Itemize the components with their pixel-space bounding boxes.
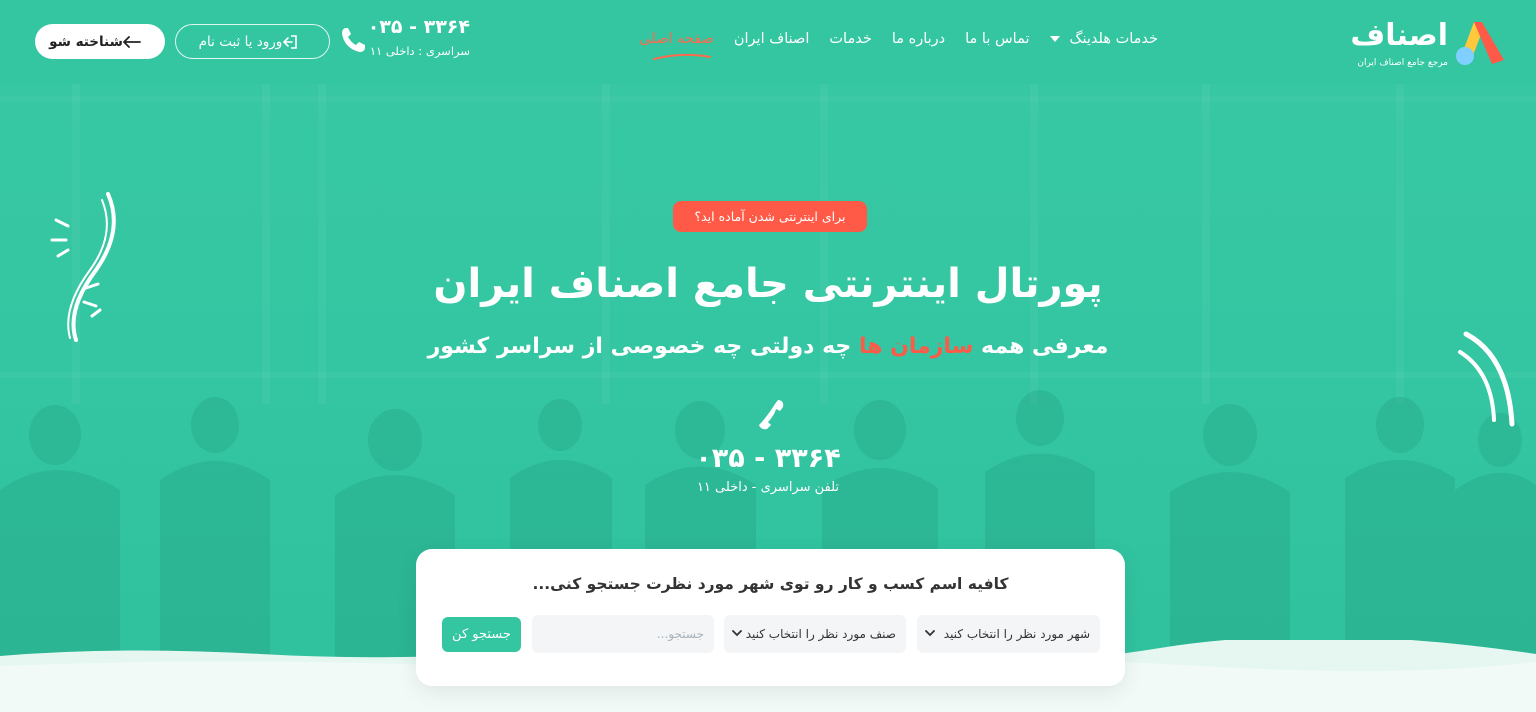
nav-item-holding-label: خدمات هلدینگ bbox=[1069, 31, 1158, 47]
search-card: کافیه اسم کسب و کار رو توی شهر مورد نظرت… bbox=[416, 549, 1125, 686]
arrow-left-icon bbox=[122, 35, 141, 48]
nav-item-home-label: صفحه اصلی bbox=[639, 31, 714, 47]
nav-item-iran-classes[interactable]: اصناف ایران bbox=[734, 24, 810, 54]
get-known-label: شناخته شو bbox=[49, 33, 123, 50]
hero-badge: برای اینترنتی شدن آماده اید؟ bbox=[673, 201, 867, 232]
search-button[interactable]: جستجو کن bbox=[442, 617, 521, 652]
squiggle-decoration-right bbox=[1458, 331, 1515, 427]
nav-item-about-label: درباره ما bbox=[891, 31, 946, 47]
header-phone-extension: سراسری : داخلی ۱۱ bbox=[369, 44, 470, 58]
brand-logo[interactable]: اصناف مرجع جامع اصناف ایران bbox=[1324, 14, 1506, 72]
nav-item-contact-label: تماس با ما bbox=[965, 31, 1030, 47]
login-register-label: ورود یا ثبت نام bbox=[198, 33, 283, 50]
hero-subtitle: معرفی همه سازمان ها چه دولتی چه خصوصی از… bbox=[368, 328, 1168, 366]
search-input[interactable]: جستجو... bbox=[532, 615, 714, 653]
logo-mark-icon bbox=[1456, 22, 1504, 65]
hero-phone-number[interactable]: ۰۳۵ - ۳۳۶۴ bbox=[618, 440, 918, 478]
main-nav: صفحه اصلی اصناف ایران خدمات درباره ما تم… bbox=[619, 24, 1158, 60]
squiggle-decoration-left bbox=[50, 192, 116, 342]
login-icon bbox=[283, 34, 298, 49]
nav-item-about[interactable]: درباره ما bbox=[892, 24, 945, 54]
hero-subtitle-highlight: سازمان ها bbox=[858, 334, 974, 359]
brand-name: اصناف bbox=[1350, 18, 1449, 53]
active-underline-icon bbox=[652, 53, 711, 60]
header-contact: ۰۳۵ - ۳۳۶۴ سراسری : داخلی ۱۱ bbox=[340, 16, 480, 64]
search-input-placeholder: جستجو... bbox=[656, 627, 704, 641]
city-select-label: شهر مورد نظر را انتخاب کنید bbox=[943, 627, 1090, 641]
nav-item-services-label: خدمات bbox=[829, 31, 872, 47]
page: اصناف مرجع جامع اصناف ایران صفحه اصلی اص… bbox=[0, 0, 1536, 712]
chevron-down-icon bbox=[732, 630, 742, 637]
chevron-down-icon bbox=[925, 630, 935, 637]
search-title: کافیه اسم کسب و کار رو توی شهر مورد نظرت… bbox=[532, 575, 1009, 593]
city-select[interactable]: شهر مورد نظر را انتخاب کنید bbox=[917, 615, 1100, 653]
get-known-button[interactable]: شناخته شو bbox=[35, 24, 165, 59]
nav-item-holding-services[interactable]: خدمات هلدینگ bbox=[1049, 24, 1158, 54]
class-select-label: صنف مورد نظر را انتخاب کنید bbox=[745, 627, 896, 641]
login-register-button[interactable]: ورود یا ثبت نام bbox=[175, 24, 330, 59]
site-header: اصناف مرجع جامع اصناف ایران صفحه اصلی اص… bbox=[0, 0, 1536, 84]
nav-item-contact[interactable]: تماس با ما bbox=[965, 24, 1029, 54]
nav-item-services[interactable]: خدمات bbox=[829, 24, 871, 54]
header-phone-number[interactable]: ۰۳۵ - ۳۳۶۴ bbox=[368, 16, 470, 38]
hero-subtitle-after: چه دولتی چه خصوصی از سراسر کشور bbox=[427, 334, 852, 359]
hero-subtitle-before: معرفی همه bbox=[981, 334, 1109, 359]
hero-title: پورتال اینترنتی جامع اصناف ایران bbox=[433, 261, 1103, 307]
chevron-down-icon bbox=[1049, 36, 1060, 42]
phone-icon bbox=[342, 28, 365, 52]
nav-item-home[interactable]: صفحه اصلی bbox=[639, 24, 714, 60]
hero-phone-icon bbox=[759, 400, 784, 430]
nav-item-iran-classes-label: اصناف ایران bbox=[733, 31, 810, 47]
class-select[interactable]: صنف مورد نظر را انتخاب کنید bbox=[724, 615, 906, 653]
brand-tagline: مرجع جامع اصناف ایران bbox=[1357, 58, 1448, 68]
hero-phone-subtitle: تلفن سراسری - داخلی ۱۱ bbox=[696, 480, 840, 495]
